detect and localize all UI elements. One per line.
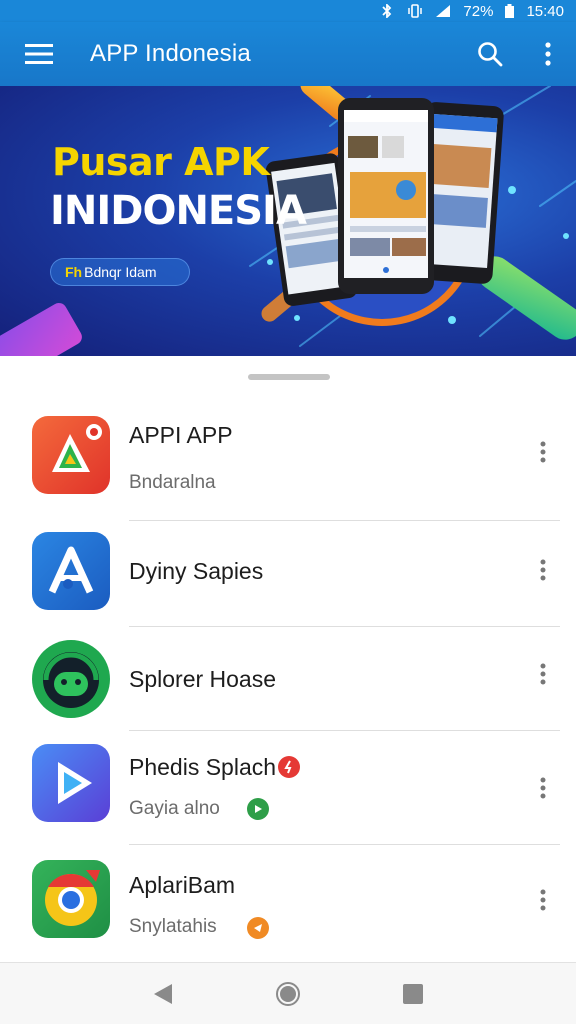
- play-icon: [32, 744, 110, 822]
- hero-title-line1: Pusar APK: [52, 140, 270, 184]
- red-badge-icon: [278, 756, 300, 778]
- headset-face-icon: [32, 640, 110, 718]
- more-vert-icon: [540, 777, 546, 799]
- hamburger-menu-icon: [25, 44, 53, 64]
- list-item[interactable]: AplariBam Snylatahis: [0, 860, 576, 956]
- more-options-button[interactable]: [530, 654, 556, 694]
- hero-title-line2: INIDONESIA: [50, 188, 307, 234]
- chrome-icon: [32, 860, 110, 938]
- overflow-menu-button[interactable]: [520, 22, 576, 86]
- home-circle-icon: [275, 981, 300, 1006]
- list-item[interactable]: Phedis Splach Gayia alno: [0, 744, 576, 845]
- orange-badge-icon: [247, 917, 269, 939]
- divider: [129, 626, 560, 627]
- more-vert-icon: [540, 889, 546, 911]
- app-name: Phedis Splach: [129, 754, 277, 780]
- more-options-button[interactable]: [530, 432, 556, 472]
- signal-icon: [435, 4, 451, 18]
- more-vert-icon: [540, 559, 546, 581]
- vibrate-icon: [407, 4, 423, 18]
- play-triangle-icon: [32, 416, 110, 494]
- more-options-button[interactable]: [530, 880, 556, 920]
- system-nav-bar: [0, 962, 576, 1024]
- hero-banner[interactable]: Pusar APK INIDONESIA Fh Bdnqr Idam: [0, 86, 576, 356]
- app-name: APPI APP: [129, 422, 233, 448]
- back-button[interactable]: [138, 969, 188, 1019]
- letter-a-icon: [32, 532, 110, 610]
- app-name: AplariBam: [129, 872, 236, 898]
- divider: [129, 844, 560, 845]
- back-triangle-icon: [153, 983, 172, 1004]
- more-vert-icon: [540, 663, 546, 685]
- green-badge-icon: [247, 798, 269, 820]
- recents-button[interactable]: [388, 969, 438, 1019]
- bluetooth-icon: [379, 4, 395, 18]
- search-icon: [478, 42, 503, 67]
- app-subtitle: Snylatahis: [129, 916, 217, 937]
- app-subtitle: Gayia alno: [129, 798, 220, 819]
- status-bar: 72% 15:40: [0, 0, 576, 22]
- home-button[interactable]: [263, 969, 313, 1019]
- clock: 15:40: [526, 2, 564, 20]
- menu-button[interactable]: [0, 22, 78, 86]
- drag-handle[interactable]: [248, 374, 330, 380]
- more-options-button[interactable]: [530, 550, 556, 590]
- app-bar: APP Indonesia: [0, 22, 576, 86]
- list-item[interactable]: Splorer Hoase: [0, 640, 576, 731]
- app-subtitle: Bndaralna: [129, 472, 216, 493]
- list-item[interactable]: APPI APP Bndaralna: [0, 416, 576, 521]
- more-options-button[interactable]: [530, 768, 556, 808]
- app-name: Splorer Hoase: [129, 666, 277, 692]
- battery-percent: 72%: [463, 2, 494, 20]
- recents-square-icon: [403, 983, 424, 1004]
- list-item[interactable]: Dyiny Sapies: [0, 532, 576, 627]
- app-name: Dyiny Sapies: [129, 558, 264, 584]
- app-title: APP Indonesia: [90, 40, 251, 67]
- more-vert-icon: [545, 42, 551, 66]
- search-button[interactable]: [460, 22, 520, 86]
- chip-label: Bdnqr Idam: [84, 264, 157, 280]
- divider: [129, 730, 560, 731]
- battery-icon: [505, 4, 515, 18]
- more-vert-icon: [540, 441, 546, 463]
- divider: [129, 520, 560, 521]
- hero-cta-chip[interactable]: Fh Bdnqr Idam: [50, 258, 190, 286]
- chip-mark: Fh: [65, 264, 83, 280]
- app-list-sheet: APPI APP Bndaralna Dyiny Sapies Splorer …: [0, 356, 576, 962]
